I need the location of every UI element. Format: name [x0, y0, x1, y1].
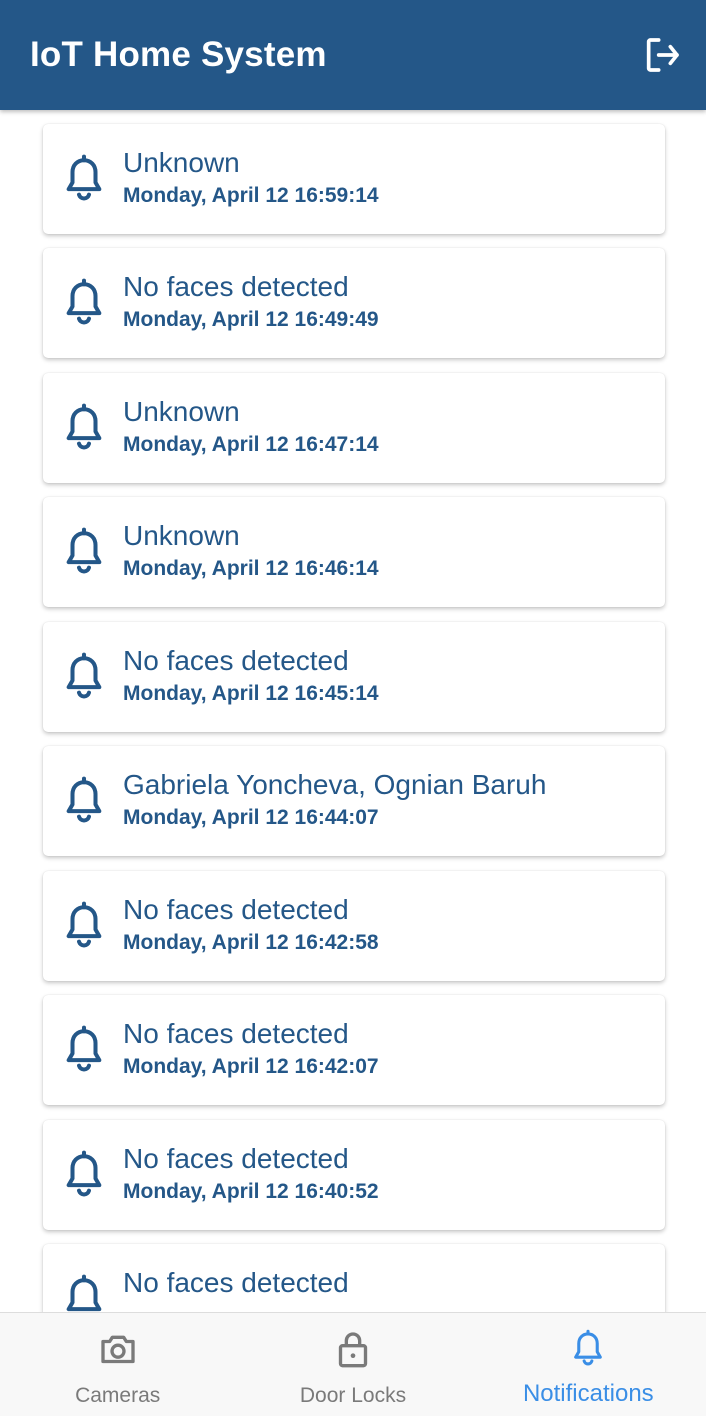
- bell-icon: [61, 651, 107, 703]
- notification-card[interactable]: No faces detected Monday, April 12 16:42…: [43, 871, 665, 981]
- notification-time: Monday, April 12 16:46:14: [123, 557, 379, 580]
- notification-card[interactable]: Unknown Monday, April 12 16:47:14: [43, 373, 665, 483]
- app-title: IoT Home System: [30, 35, 327, 74]
- nav-item-cameras[interactable]: Cameras: [0, 1313, 235, 1416]
- bell-icon: [61, 1024, 107, 1076]
- notification-title: No faces detected: [123, 1143, 349, 1174]
- bell-icon: [574, 1329, 603, 1366]
- notification-card[interactable]: No faces detected Monday, April 12 16:49…: [43, 248, 665, 358]
- notification-time: Monday, April 12 16:47:14: [123, 433, 379, 456]
- notification-title: Unknown: [123, 147, 240, 178]
- notification-card[interactable]: No faces detected Monday, April 12 16:45…: [43, 622, 665, 732]
- bottom-navigation: Cameras Door Locks Notifications: [0, 1312, 706, 1416]
- bell-icon: [61, 900, 107, 952]
- notification-card[interactable]: No faces detected Monday, April 12 16:42…: [43, 995, 665, 1105]
- notification-card[interactable]: No faces detected: [43, 1244, 665, 1312]
- logout-icon: [646, 38, 679, 72]
- bell-icon: [61, 402, 107, 454]
- notification-card[interactable]: No faces detected Monday, April 12 16:40…: [43, 1120, 665, 1230]
- notification-card[interactable]: Unknown Monday, April 12 16:59:14: [43, 124, 665, 234]
- camera-icon: [100, 1335, 135, 1364]
- notification-time: Monday, April 12 16:44:07: [123, 806, 379, 829]
- notification-title: No faces detected: [123, 645, 349, 676]
- notification-card[interactable]: Unknown Monday, April 12 16:46:14: [43, 497, 665, 607]
- notification-title: No faces detected: [123, 1267, 349, 1298]
- notification-time: Monday, April 12 16:49:49: [123, 308, 379, 331]
- notification-time: Monday, April 12 16:45:14: [123, 682, 379, 705]
- bell-icon: [61, 277, 107, 329]
- notification-card[interactable]: Gabriela Yoncheva, Ognian Baruh Monday, …: [43, 746, 665, 856]
- notification-time: Monday, April 12 16:59:14: [123, 184, 379, 207]
- notification-time: Monday, April 12 16:40:52: [123, 1180, 379, 1203]
- nav-label-cameras: Cameras: [75, 1384, 161, 1407]
- bell-icon: [61, 526, 107, 578]
- notification-title: Gabriela Yoncheva, Ognian Baruh: [123, 769, 547, 800]
- notification-title: Unknown: [123, 396, 240, 427]
- notification-time: Monday, April 12 16:42:07: [123, 1055, 379, 1078]
- bell-icon: [61, 775, 107, 827]
- bell-icon: [61, 1149, 107, 1201]
- logout-button[interactable]: [640, 33, 684, 77]
- app-bar: IoT Home System: [0, 0, 706, 110]
- notification-title: No faces detected: [123, 894, 349, 925]
- nav-item-notifications[interactable]: Notifications: [471, 1313, 706, 1416]
- nav-item-door-locks[interactable]: Door Locks: [235, 1313, 470, 1416]
- notification-list[interactable]: Unknown Monday, April 12 16:59:14 No fac…: [0, 110, 706, 1312]
- lock-icon: [338, 1332, 368, 1368]
- bell-icon: [61, 1273, 107, 1312]
- notification-title: Unknown: [123, 520, 240, 551]
- notification-time: Monday, April 12 16:42:58: [123, 931, 379, 954]
- notification-title: No faces detected: [123, 1018, 349, 1049]
- notification-title: No faces detected: [123, 271, 349, 302]
- bell-icon: [61, 153, 107, 205]
- nav-label-door-locks: Door Locks: [299, 1384, 407, 1407]
- nav-label-notifications: Notifications: [522, 1380, 654, 1407]
